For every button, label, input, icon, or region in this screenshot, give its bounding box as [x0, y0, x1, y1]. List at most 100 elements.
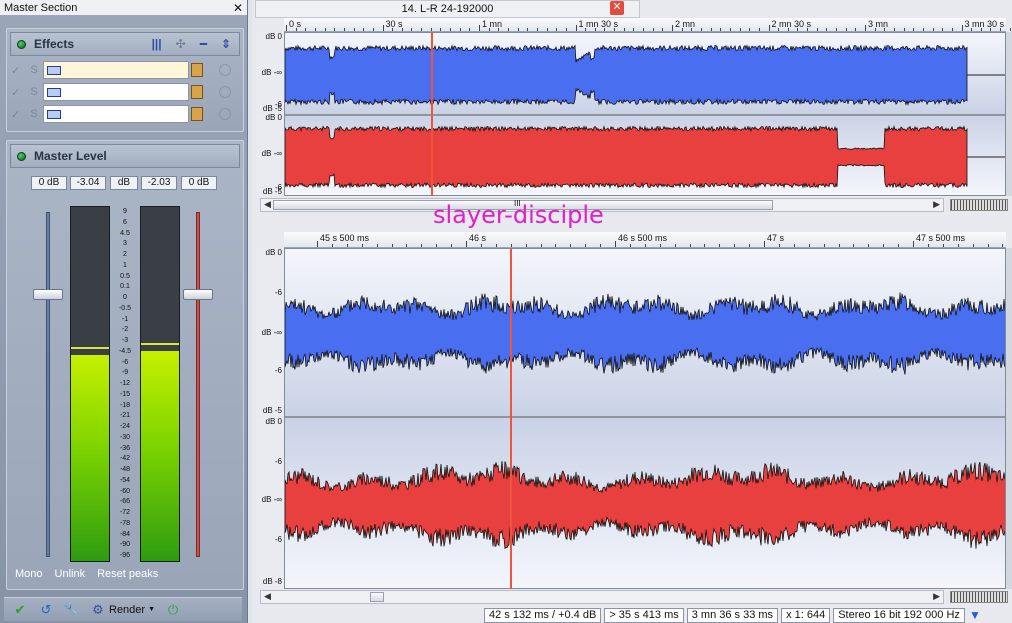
right-gain-slider-track[interactable]: [196, 212, 200, 557]
ruler-minor-tick: [421, 244, 423, 247]
ruler-minor-tick: [674, 244, 676, 247]
master-toolbar: ✔ ↺ 🔧 ⚙ Render ▼ ⏻: [4, 597, 242, 621]
solo-icon[interactable]: S: [25, 64, 43, 76]
detail-zoom-grip[interactable]: [950, 591, 1008, 603]
ruler-minor-tick: [565, 28, 567, 31]
filter-icon[interactable]: ▼: [968, 608, 982, 622]
meter-scale-label: -42: [119, 455, 131, 463]
ruler-minor-tick: [729, 28, 731, 31]
mono-link[interactable]: Mono: [15, 568, 43, 580]
overview-time-ruler[interactable]: 0 s 30 s1 mn 1 mn 30 s2 mn 2 mn 30 s3 mn 3 m…: [284, 18, 1011, 32]
ruler-minor-tick: [555, 244, 557, 247]
ruler-minor-tick: [990, 28, 992, 31]
status-bar: 42 s 132 ms / +0.4 dB > 35 s 413 ms 3 mn…: [484, 608, 982, 623]
zoom-status[interactable]: x 1: 644: [781, 608, 831, 623]
ruler-minor-tick: [361, 244, 363, 247]
ruler-minor-tick: [845, 28, 847, 31]
scroll-left-icon[interactable]: ◀: [264, 199, 271, 210]
ruler-minor-tick: [450, 28, 452, 31]
ruler-minor-tick: [823, 244, 825, 247]
ruler-minor-tick: [614, 28, 616, 31]
format-status[interactable]: Stereo 16 bit 192 000 Hz: [833, 608, 965, 623]
render-button[interactable]: ⚙ Render ▼: [90, 602, 155, 618]
power-icon[interactable]: [219, 86, 231, 98]
meter-scale-label: -1: [121, 315, 129, 323]
left-peak-value: -3.04: [70, 176, 106, 190]
effect-slot-field[interactable]: [43, 105, 189, 123]
right-gain-slider-thumb[interactable]: [183, 289, 213, 300]
bypass-check-icon[interactable]: ✓: [11, 108, 25, 121]
ruler-tick: [865, 25, 866, 31]
selection-status: > 35 s 413 ms: [604, 608, 684, 623]
ruler-tick: [466, 241, 467, 247]
bypass-check-icon[interactable]: ✓: [11, 64, 25, 77]
power-icon[interactable]: [219, 64, 231, 76]
detail-waveform[interactable]: [284, 248, 1006, 589]
wrench-icon[interactable]: 🔧: [64, 602, 80, 618]
ruler-minor-tick: [719, 244, 721, 247]
right-gain-value[interactable]: 0 dB: [181, 176, 217, 190]
plugin-icon: [47, 87, 61, 97]
ruler-minor-tick: [793, 244, 795, 247]
ruler-minor-tick: [787, 28, 789, 31]
meter-scale-label: -30: [119, 433, 131, 441]
effects-power-led-icon[interactable]: [17, 39, 26, 49]
ruler-minor-tick: [536, 28, 538, 31]
solo-icon[interactable]: S: [25, 108, 43, 120]
db-scale-label: dB -∞: [261, 328, 282, 337]
file-tab[interactable]: 14. L-R 24-192000: [255, 0, 640, 18]
checkmark-icon[interactable]: ✔: [12, 602, 28, 618]
reset-peaks-link[interactable]: Reset peaks: [97, 568, 158, 580]
overview-waveform[interactable]: [284, 32, 1006, 196]
detail-scrollbar[interactable]: ◀ ▶: [260, 590, 944, 604]
bypass-check-icon[interactable]: ✓: [11, 86, 25, 99]
ruler-tick: [382, 25, 384, 31]
detail-scroll-thumb[interactable]: [370, 592, 384, 602]
detail-waveform-svg: [285, 292, 1005, 550]
ruler-minor-tick: [391, 244, 393, 247]
detail-time-ruler[interactable]: 45 s 500 ms 46 s 46 s 500 ms 47 s 47 s 500 m…: [284, 232, 1006, 248]
close-icon[interactable]: ✕: [233, 1, 243, 15]
scroll-right-icon[interactable]: ▶: [933, 199, 940, 210]
ruler-minor-tick: [570, 244, 572, 247]
overview-waveform-svg: [285, 43, 1005, 189]
ruler-minor-tick: [652, 28, 654, 31]
left-gain-slider-track[interactable]: [46, 212, 50, 557]
ruler-minor-tick: [826, 28, 828, 31]
preset-book-icon[interactable]: [191, 107, 203, 121]
bars-icon[interactable]: |||: [152, 37, 162, 51]
unlink-link[interactable]: Unlink: [55, 568, 86, 580]
overview-playhead[interactable]: [431, 32, 433, 196]
sort-arrows-icon[interactable]: ⇕: [221, 37, 231, 51]
plugin-icon: [47, 109, 61, 119]
add-icon[interactable]: ✣: [176, 37, 186, 51]
undo-icon[interactable]: ↺: [38, 602, 54, 618]
db-scale-label: dB 0: [265, 113, 282, 122]
detail-playhead[interactable]: [510, 248, 512, 589]
master-level-power-led-icon[interactable]: [17, 151, 26, 161]
ruler-minor-tick: [585, 28, 587, 31]
ruler-minor-tick: [868, 244, 870, 247]
effect-slot-field[interactable]: [43, 83, 189, 101]
effect-slot-field[interactable]: [43, 61, 189, 79]
left-gain-slider-thumb[interactable]: [33, 289, 63, 300]
ruler-minor-tick: [305, 28, 307, 31]
overview-zoom-grip[interactable]: [950, 199, 1008, 211]
waveform-channel: [285, 43, 968, 107]
ruler-minor-tick: [778, 28, 780, 31]
scroll-left-icon[interactable]: ◀: [264, 591, 271, 602]
ruler-minor-tick: [987, 244, 989, 247]
scroll-right-icon[interactable]: ▶: [933, 591, 940, 602]
ruler-minor-tick: [430, 28, 432, 31]
minus-icon[interactable]: ━: [200, 37, 207, 51]
ruler-tick: [768, 25, 770, 31]
power-icon[interactable]: [219, 108, 231, 120]
preset-book-icon[interactable]: [191, 63, 203, 77]
db-scale-label: dB 0: [265, 417, 282, 426]
power-icon[interactable]: ⏻: [165, 602, 181, 618]
left-gain-value[interactable]: 0 dB: [31, 176, 67, 190]
tab-close-icon[interactable]: ✕: [610, 1, 624, 15]
effect-slot-2: ✓ S: [11, 81, 239, 103]
solo-icon[interactable]: S: [25, 86, 43, 98]
preset-book-icon[interactable]: [191, 85, 203, 99]
